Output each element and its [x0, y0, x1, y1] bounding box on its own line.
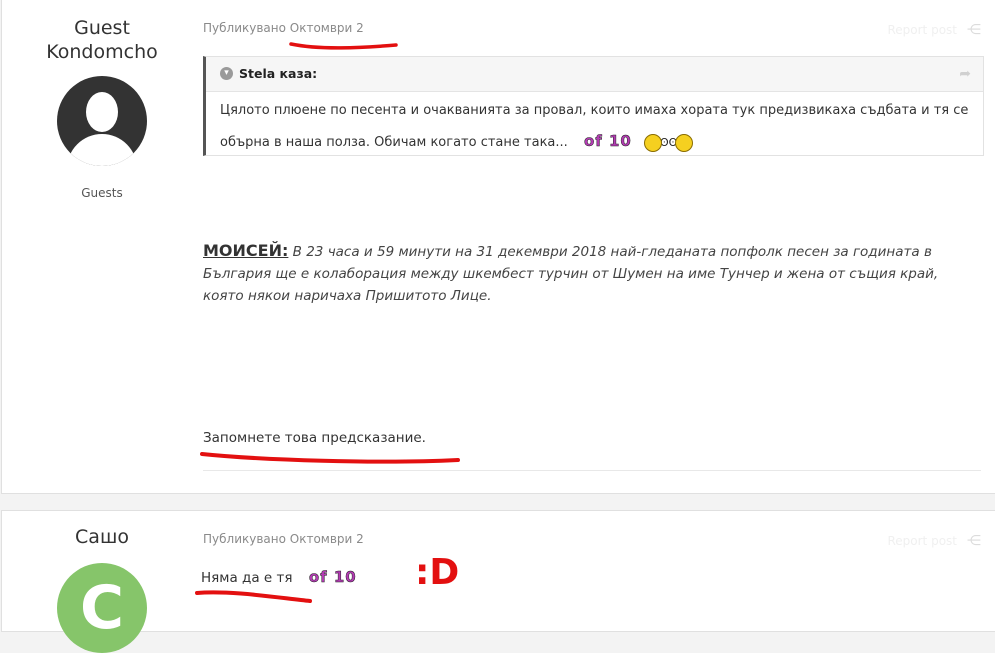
share-icon[interactable]: ⋲ [967, 22, 981, 38]
of-10-emote: of 10 [583, 132, 632, 151]
dancing-smileys-emote: ʘʘ [644, 128, 694, 158]
of-10-emote: of 10 [308, 568, 357, 587]
post-meta: Публикувано Октомври 2 [203, 21, 364, 35]
prophecy-text: В 23 часа и 59 минути на 31 декември 201… [203, 244, 939, 304]
reply-text: Няма да е тя [201, 570, 293, 586]
meta-prefix: Публикувано [203, 21, 290, 35]
remember-text: Запомнете това предсказание. [203, 430, 426, 446]
report-post-link[interactable]: Report post [887, 23, 957, 37]
user-group-label: Guests [81, 186, 123, 200]
quote-body: Цялото плюене по песента и очакванията з… [206, 92, 983, 162]
chevron-down-icon[interactable]: ▾ [220, 67, 233, 80]
report-post-link[interactable]: Report post [887, 534, 957, 548]
author-column: Сашо C [2, 525, 202, 653]
author-name[interactable]: Сашо [2, 525, 202, 549]
quote-author[interactable]: Stela каза: [239, 66, 317, 81]
quote-header: ▾ Stela каза: ➦ [206, 57, 983, 92]
avatar-body [67, 134, 137, 166]
post-date-link[interactable]: Октомври 2 [290, 532, 364, 546]
post-1: Guest Kondomcho Guests Публикувано Октом… [1, 0, 995, 494]
avatar[interactable]: C [57, 563, 147, 653]
smiley-icon [644, 133, 663, 152]
meta-prefix: Публикувано [203, 532, 290, 546]
share-icon[interactable]: ⋲ [967, 533, 981, 549]
avatar[interactable] [57, 76, 147, 166]
post-divider [203, 470, 981, 471]
share-arrow-icon[interactable]: ➦ [959, 57, 971, 91]
prophecy-title: МОИСЕЙ: [203, 241, 289, 260]
prophecy-paragraph: МОИСЕЙ: В 23 часа и 59 минути на 31 деке… [203, 240, 983, 307]
big-d-annotation: :D [415, 552, 460, 593]
author-name[interactable]: Guest Kondomcho [2, 16, 202, 64]
quote-block: ▾ Stela каза: ➦ Цялото плюене по песента … [203, 56, 984, 156]
avatar-head [86, 92, 118, 132]
post-date-link[interactable]: Октомври 2 [290, 21, 364, 35]
author-column: Guest Kondomcho Guests [2, 16, 202, 200]
reply-text-row: Няма да е тя of 10 [201, 568, 357, 587]
smiley-icon [675, 133, 694, 152]
post-meta: Публикувано Октомври 2 [203, 532, 364, 546]
post-2: Сашо C Публикувано Октомври 2 Report pos… [1, 510, 995, 653]
